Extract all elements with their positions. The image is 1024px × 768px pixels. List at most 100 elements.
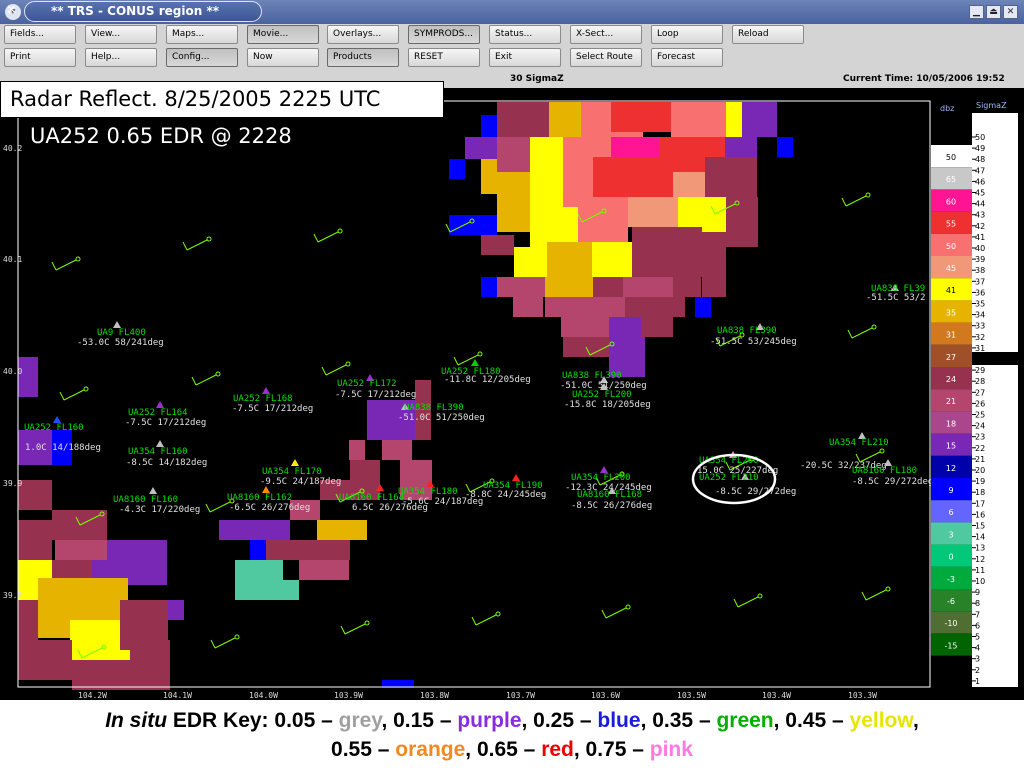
forecast-button[interactable]: Forecast xyxy=(651,48,723,67)
caption-text: In situ xyxy=(105,709,168,732)
aircraft-marker[interactable] xyxy=(149,487,157,494)
wind-barb xyxy=(210,637,236,649)
map-frame xyxy=(17,100,931,688)
close-button[interactable]: ✕ xyxy=(1003,5,1018,19)
select-route-button[interactable]: Select Route xyxy=(570,48,642,67)
sigma-tick-label: 46 xyxy=(975,177,985,186)
reflectivity-cell xyxy=(250,520,290,540)
caption-text: , 0.25 – xyxy=(521,709,598,732)
reflectivity-cell xyxy=(777,137,793,157)
window-title-pill: ✕ ** TRS - CONUS region ** xyxy=(6,1,262,22)
fields-button[interactable]: Fields... xyxy=(4,25,76,44)
caption-color-word: red xyxy=(541,738,574,761)
wind-barb-station xyxy=(206,236,212,242)
aircraft-label: UA252 FL172 xyxy=(337,379,397,389)
legend-swatch-label: 12 xyxy=(946,464,956,473)
maps-button[interactable]: Maps... xyxy=(166,25,238,44)
legend-swatch-label: 41 xyxy=(946,286,956,295)
reflectivity-cell xyxy=(725,137,757,157)
lat-label: 39.8 xyxy=(3,591,22,600)
xsect-button[interactable]: X-Sect... xyxy=(570,25,642,44)
lat-label: 40.1 xyxy=(3,255,22,264)
reload-button[interactable]: Reload xyxy=(732,25,804,44)
wind-barb xyxy=(601,607,627,619)
legend-swatch-label: 50 xyxy=(946,242,956,251)
overlays-button[interactable]: Overlays... xyxy=(327,25,399,44)
sigma-tick-label: 22 xyxy=(975,444,985,453)
sigma-selected-marker[interactable] xyxy=(972,352,1018,365)
sigma-tick-label: 39 xyxy=(975,255,985,264)
aircraft-data: -15.8C 18/205deg xyxy=(564,400,651,410)
reflectivity-cell xyxy=(625,297,685,317)
aircraft-marker[interactable] xyxy=(471,359,479,366)
aircraft-marker[interactable] xyxy=(113,321,121,328)
aircraft-marker[interactable] xyxy=(262,387,270,394)
sigma-tick-label: 23 xyxy=(975,433,985,442)
maximize-button[interactable]: ⏏ xyxy=(986,5,1001,19)
reflectivity-cell xyxy=(673,172,705,197)
reflectivity-cell xyxy=(702,232,726,297)
wind-barb xyxy=(51,259,77,271)
reflectivity-cell xyxy=(530,137,563,172)
movie-button[interactable]: Movie... xyxy=(247,25,319,44)
config-button[interactable]: Config... xyxy=(166,48,238,67)
aircraft-marker[interactable] xyxy=(156,401,164,408)
reflectivity-cell xyxy=(726,102,742,137)
aircraft-marker[interactable] xyxy=(291,459,299,466)
caption-color-word: green xyxy=(716,709,774,732)
loop-button[interactable]: Loop xyxy=(651,25,723,44)
reflectivity-cell xyxy=(219,520,250,540)
aircraft-marker[interactable] xyxy=(600,466,608,473)
radar-map-canvas[interactable]: 40.2 40.1 40.0 39.9 39.8 104.2W 104.1W 1… xyxy=(0,88,1024,700)
sigma-tick-label: 2 xyxy=(975,666,980,675)
aircraft-label: UA354 FL210 xyxy=(829,438,889,448)
lon-label: 103.3W xyxy=(848,691,877,700)
status-button[interactable]: Status... xyxy=(489,25,561,44)
wind-barb-station xyxy=(215,371,221,377)
reflectivity-cell xyxy=(726,197,758,247)
radar-map[interactable]: 40.2 40.1 40.0 39.9 39.8 104.2W 104.1W 1… xyxy=(0,88,1024,700)
aircraft-label: UA252 FL200 xyxy=(572,390,632,400)
print-button[interactable]: Print xyxy=(4,48,76,67)
view-button[interactable]: View... xyxy=(85,25,157,44)
reflectivity-cell xyxy=(671,102,726,137)
sigma-tick-label: 8 xyxy=(975,599,980,608)
minimize-button[interactable]: ▁ xyxy=(969,5,984,19)
exit-button[interactable]: Exit xyxy=(489,48,561,67)
caption-text: , xyxy=(912,709,919,732)
reflectivity-cell xyxy=(235,560,283,600)
wind-barb xyxy=(847,327,873,339)
color-legend: dbz SigmaZ 50656055504541353127242118151… xyxy=(931,101,1018,687)
help-button[interactable]: Help... xyxy=(85,48,157,67)
reflectivity-cell xyxy=(742,102,777,137)
aircraft-marker[interactable] xyxy=(53,416,61,423)
products-button[interactable]: Products xyxy=(327,48,399,67)
reset-button[interactable]: RESET xyxy=(408,48,480,67)
reflectivity-cell xyxy=(283,580,299,600)
legend-swatch-label: 15 xyxy=(946,442,956,451)
sigma-tick-label: 7 xyxy=(975,610,980,619)
reflectivity-cell xyxy=(250,540,266,560)
reflectivity-cell xyxy=(497,202,530,232)
reflectivity-cell xyxy=(628,197,678,227)
sigma-tick-label: 41 xyxy=(975,233,985,242)
sigma-tick-label: 40 xyxy=(975,244,985,253)
reflectivity-cell xyxy=(449,215,497,235)
aircraft-marker[interactable] xyxy=(262,486,270,493)
reflectivity-cell xyxy=(168,600,184,620)
aircraft-marker[interactable] xyxy=(512,474,520,481)
aircraft-data: -7.5C 17/212deg xyxy=(335,390,416,400)
now-button[interactable]: Now xyxy=(247,48,319,67)
sigma-tick-label: 43 xyxy=(975,211,985,220)
caption-text: , 0.35 – xyxy=(640,709,717,732)
symprods-button[interactable]: SYMPRODS... xyxy=(408,25,480,44)
toolbar: Fields... View... Maps... Movie... Overl… xyxy=(0,24,1024,72)
reflectivity-cell xyxy=(481,115,497,137)
aircraft-marker[interactable] xyxy=(156,440,164,447)
aircraft-label: UA252 FL168 xyxy=(233,394,293,404)
aircraft-data: 1.0C 14/188deg xyxy=(25,443,101,453)
caption-line-2: 0.55 – orange, 0.65 – red, 0.75 – pink xyxy=(0,735,1024,764)
sigma-tick-label: 19 xyxy=(975,477,985,486)
sigma-tick-label: 15 xyxy=(975,522,985,531)
wind-barb-station xyxy=(757,593,763,599)
